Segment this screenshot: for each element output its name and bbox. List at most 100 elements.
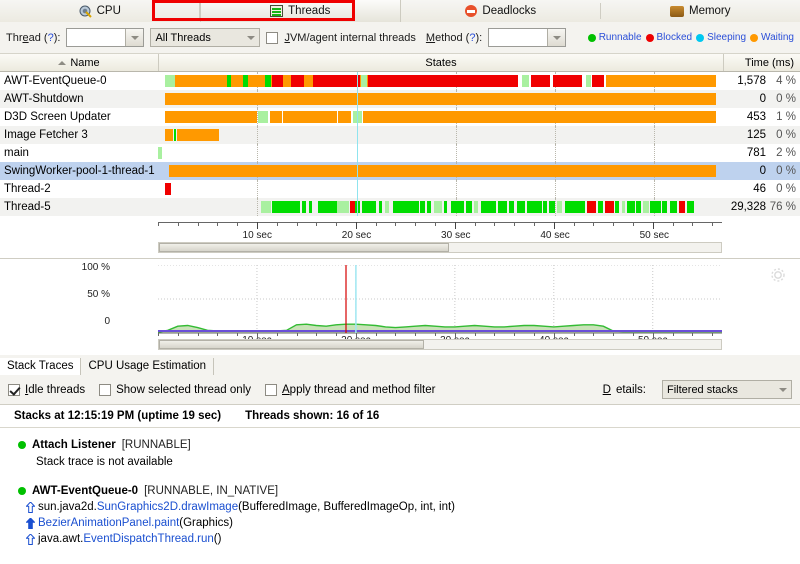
timeline-axis: 10 sec 20 sec 30 sec 40 sec 50 sec [158, 222, 722, 244]
axis-tick [435, 222, 437, 226]
table-row[interactable]: main 781 2 % [0, 144, 800, 162]
stack-frame[interactable]: java.awt.EventDispatchThread.run() [0, 531, 800, 547]
thread-time-value: 0 [759, 93, 766, 105]
state-segment [621, 201, 625, 213]
stack-frame-text: BezierAnimationPanel.paint(Graphics) [38, 517, 233, 529]
thread-scope-dropdown-button[interactable] [242, 29, 259, 46]
thread-time-cell: 453 1 % [722, 108, 800, 126]
details-select[interactable]: Filtered stacks [662, 380, 792, 399]
state-segment [284, 75, 290, 87]
table-row[interactable]: AWT-EventQueue-0 1,578 4 % [0, 72, 800, 90]
stack-frame[interactable]: sun.java2d.SunGraphics2D.drawImage(Buffe… [0, 499, 800, 515]
idle-threads-checkbox[interactable] [8, 383, 20, 396]
state-segment [257, 111, 268, 123]
selected-thread-only-checkbox[interactable] [99, 383, 112, 396]
thread-time-cell: 781 2 % [722, 144, 800, 162]
thread-filter-value[interactable] [67, 29, 126, 46]
cpu-scrollbar[interactable] [158, 339, 722, 350]
bottom-tab-strip[interactable]: Stack Traces CPU Usage Estimation [0, 355, 800, 376]
thread-time-value: 46 [753, 183, 766, 195]
method-filter-input[interactable] [488, 28, 567, 47]
idle-threads-option[interactable]: Idle threads [8, 383, 85, 396]
time-cursor-line [356, 126, 358, 144]
table-row[interactable]: D3D Screen Updater 453 1 % [0, 108, 800, 126]
thread-states-cell [158, 162, 722, 180]
apply-filter-checkbox[interactable] [265, 383, 277, 396]
tab-threads[interactable]: Threads [199, 0, 401, 22]
thread-time-cell: 0 0 % [722, 162, 800, 180]
state-legend: Runnable Blocked Sleeping Waiting [587, 32, 794, 43]
axis-tick [276, 222, 278, 226]
state-segment [271, 75, 283, 87]
apply-filter-option[interactable]: Apply thread and method filter [265, 383, 435, 396]
method-filter-dropdown-button[interactable] [547, 29, 566, 46]
axis-tick [336, 222, 338, 226]
stack-thread-state: [RUNNABLE] [121, 439, 191, 451]
state-segment [305, 75, 311, 87]
stack-frame[interactable]: BezierAnimationPanel.paint(Graphics) [0, 515, 800, 531]
column-header-states[interactable]: States [159, 54, 724, 71]
state-segment [165, 93, 717, 105]
jvm-internal-threads-checkbox[interactable] [266, 31, 279, 44]
column-header-name[interactable]: Name [0, 54, 159, 71]
axis-tick [296, 222, 298, 226]
thread-filter-input[interactable] [66, 28, 145, 47]
tab-deadlocks[interactable]: Deadlocks [401, 0, 601, 22]
state-segment [169, 165, 716, 177]
cpu-axis-tick [573, 333, 575, 336]
state-segment [531, 75, 550, 87]
thread-states-cell [158, 108, 722, 126]
thread-scope-select[interactable]: All Threads [150, 28, 261, 47]
tab-cpu[interactable]: CPU [0, 0, 200, 22]
table-row[interactable]: Thread-2 46 0 % [0, 180, 800, 198]
axis-tick [355, 222, 357, 229]
stack-thread-header[interactable]: Attach Listener [RUNNABLE] [0, 436, 800, 453]
thread-name-cell: Image Fetcher 3 [4, 129, 88, 141]
tab-memory[interactable]: Memory [601, 0, 800, 22]
legend-sleeping: Sleeping [696, 32, 746, 43]
details-dropdown-button[interactable] [774, 381, 791, 398]
cpu-axis-tick [593, 333, 595, 336]
cpu-ytick-50: 50 % [87, 289, 110, 300]
table-row[interactable]: SwingWorker-pool-1-thread-1 0 0 % [0, 162, 800, 180]
time-cursor-line [356, 180, 358, 198]
thread-time-cell: 1,578 4 % [722, 72, 800, 90]
state-segment [378, 201, 382, 213]
state-segment [165, 111, 257, 123]
axis-tick [553, 222, 555, 229]
cpu-axis-tick [197, 333, 199, 336]
selected-thread-only-option[interactable]: Show selected thread only [99, 383, 251, 396]
state-segment [669, 201, 678, 213]
table-row[interactable]: Thread-5 29,328 76 % [0, 198, 800, 216]
cpu-axis-tick [632, 333, 634, 336]
thread-states-cell [158, 144, 722, 162]
thread-time-percent: 2 % [776, 147, 796, 159]
tab-threads-label: Threads [288, 5, 331, 17]
gear-icon[interactable] [770, 267, 786, 283]
table-row[interactable]: AWT-Shutdown 0 0 % [0, 90, 800, 108]
thread-time-cell: 125 0 % [722, 126, 800, 144]
state-segment [317, 201, 337, 213]
main-tab-strip[interactable]: CPU Threads Deadlocks Memory [0, 0, 800, 23]
tab-stack-traces[interactable]: Stack Traces [0, 358, 82, 376]
state-segment [165, 183, 171, 195]
axis-tick [256, 222, 258, 229]
thread-time-percent: 76 % [769, 201, 796, 213]
cpu-scrollbar-thumb[interactable] [159, 340, 424, 349]
state-segment [615, 201, 620, 213]
stack-thread-header[interactable]: AWT-EventQueue-0 [RUNNABLE, IN_NATIVE] [0, 482, 800, 499]
thread-filter-dropdown-button[interactable] [125, 29, 144, 46]
state-segment [585, 75, 591, 87]
column-header-time[interactable]: Time (ms) [724, 54, 800, 71]
cpu-axis-tick [534, 333, 535, 336]
timeline-scrollbar-thumb[interactable] [159, 243, 449, 252]
method-filter-value[interactable] [489, 29, 548, 46]
thread-time-value: 29,328 [730, 201, 766, 213]
tab-cpu-usage-estimation[interactable]: CPU Usage Estimation [81, 358, 215, 375]
table-row[interactable]: Image Fetcher 3 125 0 % [0, 126, 800, 144]
timeline-scrollbar[interactable] [158, 242, 722, 253]
thread-name-cell: D3D Screen Updater [4, 111, 111, 123]
axis-tick [593, 222, 595, 226]
state-segment [679, 201, 685, 213]
grid-line [654, 144, 656, 162]
